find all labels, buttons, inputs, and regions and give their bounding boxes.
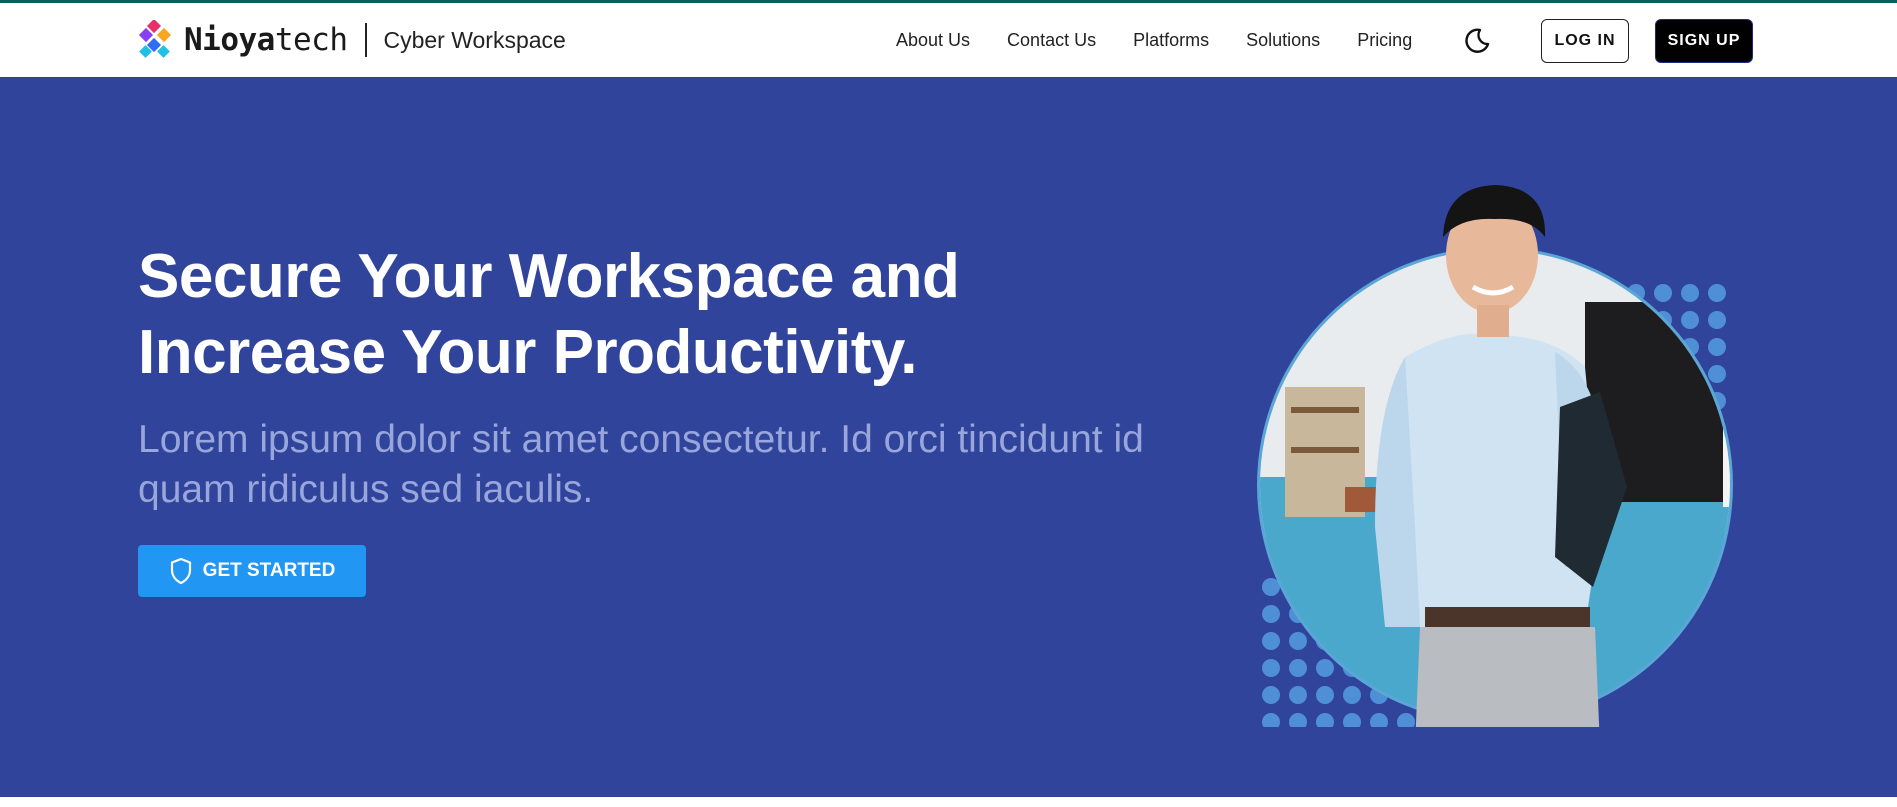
brand-subtitle: Cyber Workspace [383, 27, 566, 53]
pattern-dot [1681, 311, 1699, 329]
hero-illustration [1257, 185, 1733, 727]
nav-item-pricing[interactable]: Pricing [1357, 19, 1412, 61]
pattern-dot [1262, 686, 1280, 704]
signup-button[interactable]: SIGN UP [1655, 19, 1753, 63]
pattern-dot [1708, 311, 1726, 329]
pattern-dot [1262, 632, 1280, 650]
brand-name: Nioyatech [184, 19, 348, 61]
hero-subtitle: Lorem ipsum dolor sit amet consectetur. … [138, 418, 1144, 511]
pattern-dot [1343, 686, 1361, 704]
pattern-dot [1370, 713, 1388, 727]
pattern-dot [1654, 284, 1672, 302]
pattern-dot [1397, 713, 1415, 727]
moon-icon[interactable] [1463, 27, 1491, 55]
pattern-dot [1708, 284, 1726, 302]
brand[interactable]: Nioyatech Cyber Workspace [138, 19, 566, 61]
pattern-dot [1289, 659, 1307, 677]
brand-name-bold: Nioya [184, 22, 275, 58]
pattern-dot [1708, 338, 1726, 356]
nav-item-platforms[interactable]: Platforms [1133, 19, 1209, 61]
nav-item-about-us[interactable]: About Us [896, 19, 970, 61]
pattern-dot [1262, 659, 1280, 677]
pattern-dot [1343, 713, 1361, 727]
nioyatech-logo-icon [138, 20, 172, 58]
nav-item-solutions[interactable]: Solutions [1246, 19, 1320, 61]
shield-icon [170, 557, 191, 585]
pattern-dot [1262, 605, 1280, 623]
pattern-dot [1316, 659, 1334, 677]
pattern-dot [1289, 686, 1307, 704]
pattern-dot [1316, 713, 1334, 727]
nav-item-contact-us[interactable]: Contact Us [1007, 19, 1096, 61]
pattern-dot [1708, 365, 1726, 383]
pattern-dot [1681, 284, 1699, 302]
pattern-dot [1289, 713, 1307, 727]
main-nav: About Us Contact Us Platforms Solutions … [896, 19, 1449, 61]
get-started-button[interactable]: GET STARTED [138, 545, 366, 597]
brand-divider [365, 23, 368, 57]
hero-section: Secure Your Workspace and Increase Your … [0, 77, 1897, 797]
pattern-dot [1289, 632, 1307, 650]
top-navbar: Nioyatech Cyber Workspace About Us Conta… [0, 3, 1897, 77]
pattern-dot [1316, 686, 1334, 704]
get-started-label: GET STARTED [202, 560, 336, 581]
hero-title: Secure Your Workspace and Increase Your … [138, 242, 960, 387]
pattern-dot [1262, 713, 1280, 727]
page-bottom-edge [0, 797, 1897, 807]
login-button[interactable]: LOG IN [1541, 19, 1629, 63]
brand-name-light: tech [274, 22, 348, 58]
